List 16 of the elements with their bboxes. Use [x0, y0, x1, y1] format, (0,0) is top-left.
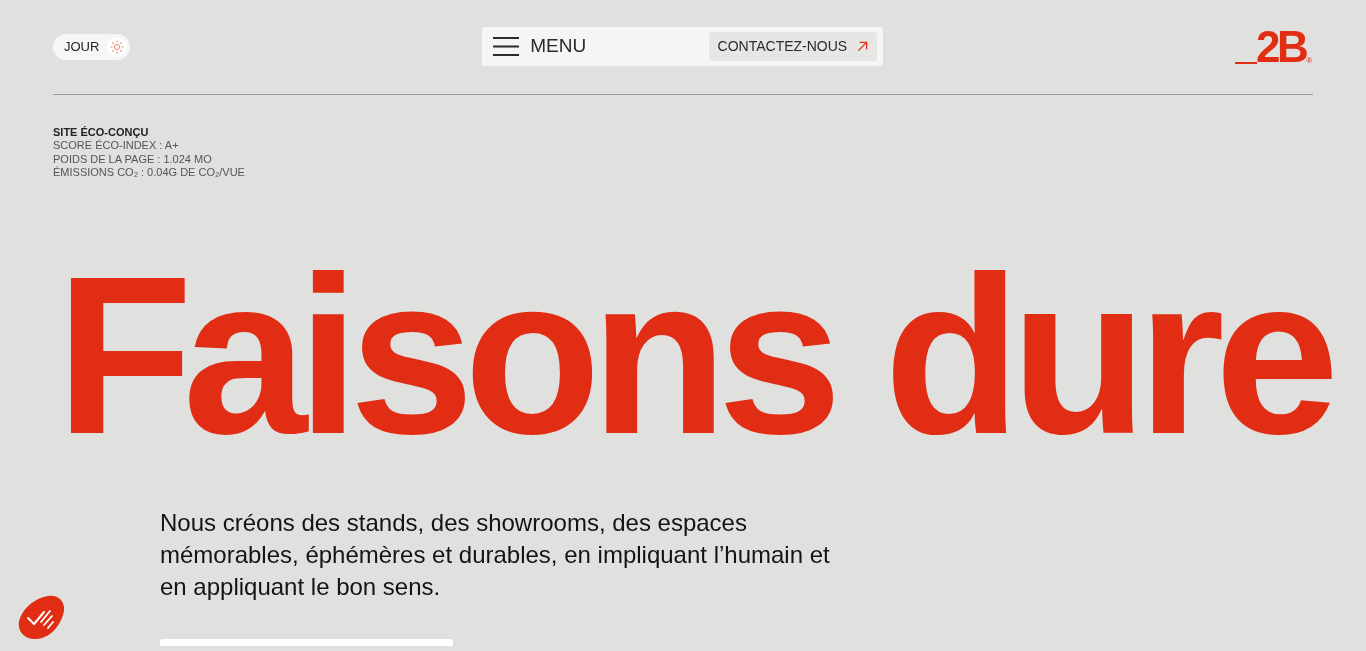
- logo-underline-icon: [1235, 61, 1257, 64]
- sun-icon: [107, 36, 128, 57]
- eco-info-line: ÉMISSIONS CO₂ : 0.04G DE CO₂/VUE: [53, 166, 246, 180]
- arrow-up-right-icon: [857, 41, 869, 52]
- eco-title: SITE ÉCO-CONÇU: [53, 126, 149, 140]
- eco-info-line: SCORE ÉCO-INDEX : A+: [53, 139, 180, 153]
- hero-headline: Faisons dure: [56, 242, 1330, 467]
- logo-text: 2B: [1256, 28, 1306, 65]
- menu-button[interactable]: MENU: [493, 32, 587, 61]
- eco-info-line: POIDS DE LA PAGE : 1.024 MO: [53, 152, 213, 166]
- registered-mark: ®: [1306, 56, 1313, 65]
- menu-icon: [493, 37, 520, 56]
- intro-paragraph: Nous créons des stands, des showrooms, des espaces mémorables, éphémères et durables, en impliquant l’humain et en appliquant le bon sens.: [160, 507, 831, 602]
- contact-button[interactable]: CONTACTEZ-NOUS: [708, 32, 878, 61]
- check-badge-icon[interactable]: [18, 595, 65, 640]
- day-mode-toggle[interactable]: JOUR: [53, 33, 131, 60]
